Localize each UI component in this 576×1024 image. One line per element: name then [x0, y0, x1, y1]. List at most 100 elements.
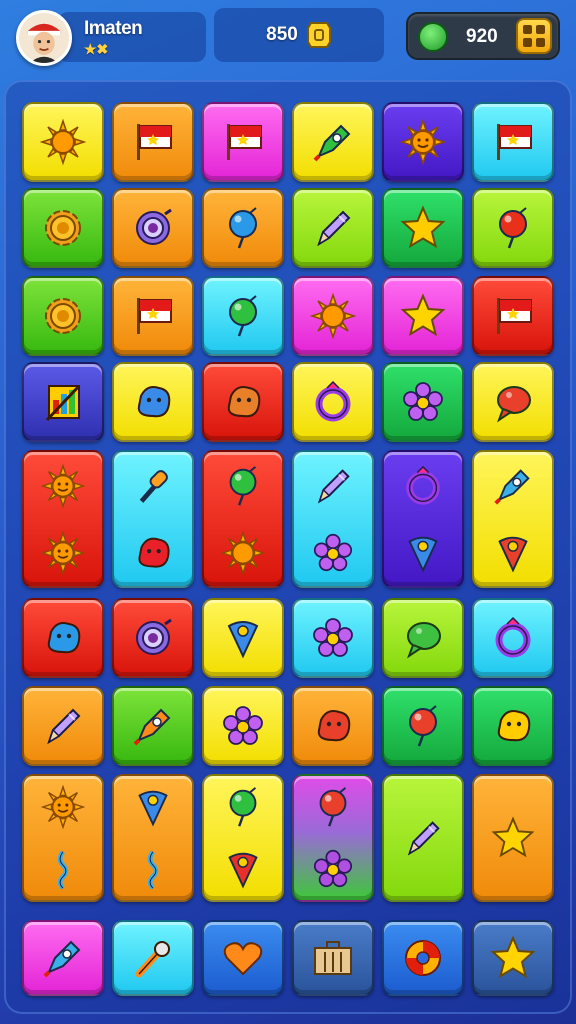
puzzle-icon: [39, 614, 87, 662]
sun-icon: [220, 530, 266, 576]
swirl-icon: [399, 934, 447, 982]
game-tile[interactable]: [202, 920, 284, 996]
player-avatar-icon[interactable]: [16, 10, 72, 66]
flower-icon: [399, 378, 447, 426]
game-tile[interactable]: [202, 102, 284, 182]
game-tile[interactable]: [112, 920, 194, 996]
sun-face-icon: [399, 118, 447, 166]
game-tile[interactable]: [112, 686, 194, 766]
game-tile[interactable]: [382, 102, 464, 182]
game-tile[interactable]: [472, 276, 554, 356]
game-tile[interactable]: [472, 774, 554, 902]
pencil-icon: [39, 702, 87, 750]
currency-panel[interactable]: 920: [406, 12, 560, 60]
score-value: 850: [266, 24, 298, 45]
game-tile[interactable]: [472, 362, 554, 442]
game-tile[interactable]: [202, 188, 284, 268]
dropper-icon: [130, 463, 176, 509]
player-rank: ★✖: [84, 41, 109, 57]
game-tile[interactable]: [112, 276, 194, 356]
game-tile[interactable]: [292, 686, 374, 766]
game-tile[interactable]: [112, 102, 194, 182]
ring-icon: [489, 614, 537, 662]
game-tile[interactable]: [292, 362, 374, 442]
game-tile[interactable]: [382, 920, 464, 996]
game-tile[interactable]: [472, 686, 554, 766]
game-tile[interactable]: [22, 920, 104, 996]
game-tile[interactable]: [382, 774, 464, 902]
top-hud: Imaten ★✖ 850 920: [0, 0, 576, 78]
blue-balloon-icon: [219, 204, 267, 252]
game-tile[interactable]: [202, 450, 284, 588]
game-tile[interactable]: [202, 276, 284, 356]
lion-icon: [40, 784, 86, 830]
game-tile[interactable]: [382, 598, 464, 678]
grid-menu-icon[interactable]: [516, 18, 552, 54]
game-tile[interactable]: [292, 774, 374, 902]
game-tile[interactable]: [112, 188, 194, 268]
game-tile[interactable]: [22, 450, 104, 588]
game-tile[interactable]: [22, 598, 104, 678]
game-tile[interactable]: [202, 686, 284, 766]
ring-icon: [309, 378, 357, 426]
game-tile[interactable]: [472, 920, 554, 996]
currency-value: 920: [466, 26, 498, 47]
smiley-icon: [489, 702, 537, 750]
red-flag-icon: [489, 118, 537, 166]
red-flag-icon: [219, 118, 267, 166]
star-icon: [399, 292, 447, 340]
game-tile[interactable]: [382, 188, 464, 268]
game-tile[interactable]: [292, 102, 374, 182]
game-tile[interactable]: [292, 920, 374, 996]
game-tile[interactable]: [22, 276, 104, 356]
star-wand-icon: [399, 204, 447, 252]
pencil-icon: [309, 204, 357, 252]
star-icon: [490, 815, 536, 861]
player-panel[interactable]: Imaten ★✖: [58, 12, 206, 62]
crab-icon: [309, 702, 357, 750]
red-balloon-icon: [489, 204, 537, 252]
flower-icon: [309, 614, 357, 662]
squiggle-icon: [130, 846, 176, 892]
game-tile[interactable]: [22, 774, 104, 902]
pencil-icon: [310, 463, 356, 509]
game-tile[interactable]: [22, 188, 104, 268]
fish-icon: [489, 378, 537, 426]
game-tile[interactable]: [202, 362, 284, 442]
game-tile[interactable]: [202, 774, 284, 902]
game-tile[interactable]: [382, 450, 464, 588]
game-tile[interactable]: [112, 450, 194, 588]
cone-icon: [219, 614, 267, 662]
flower-icon: [310, 530, 356, 576]
game-tile[interactable]: [22, 362, 104, 442]
game-tile[interactable]: [292, 450, 374, 588]
game-tile[interactable]: [292, 598, 374, 678]
game-tile[interactable]: [112, 774, 194, 902]
game-tile[interactable]: [382, 686, 464, 766]
green-gem-icon: [418, 22, 448, 52]
balloon-icon: [220, 784, 266, 830]
game-tile[interactable]: [112, 598, 194, 678]
chart-icon: [39, 378, 87, 426]
game-tile[interactable]: [472, 102, 554, 182]
game-tile[interactable]: [22, 102, 104, 182]
game-tile[interactable]: [382, 362, 464, 442]
game-tile[interactable]: [472, 598, 554, 678]
red-flag-icon: [129, 292, 177, 340]
gear-icon: [310, 846, 356, 892]
rocket-icon: [39, 934, 87, 982]
player-name: Imaten: [84, 18, 143, 39]
game-board: [4, 80, 572, 1014]
game-tile[interactable]: [22, 686, 104, 766]
game-tile[interactable]: [202, 598, 284, 678]
game-tile[interactable]: [112, 362, 194, 442]
carrot-icon: [129, 702, 177, 750]
game-tile[interactable]: [292, 188, 374, 268]
game-tile[interactable]: [472, 188, 554, 268]
pin-icon: [399, 702, 447, 750]
game-tile[interactable]: [292, 276, 374, 356]
wrench-icon: [129, 934, 177, 982]
game-tile[interactable]: [382, 276, 464, 356]
game-tile[interactable]: [472, 450, 554, 588]
red-sun-lollipop-icon: [39, 118, 87, 166]
